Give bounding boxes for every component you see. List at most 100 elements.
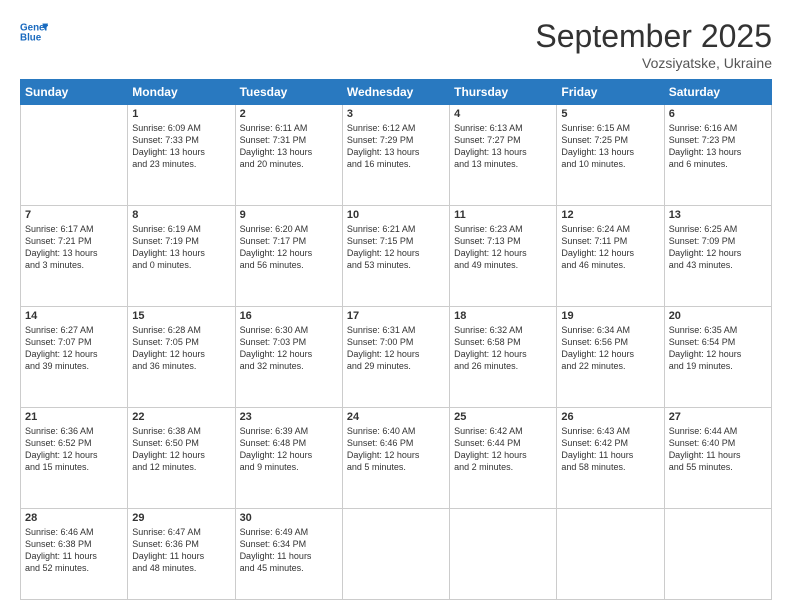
day-info: Sunrise: 6:27 AM Sunset: 7:07 PM Dayligh… bbox=[25, 324, 123, 373]
logo: General Blue bbox=[20, 18, 48, 46]
title-block: September 2025 Vozsiyatske, Ukraine bbox=[535, 18, 772, 71]
day-info: Sunrise: 6:30 AM Sunset: 7:03 PM Dayligh… bbox=[240, 324, 338, 373]
day-info: Sunrise: 6:46 AM Sunset: 6:38 PM Dayligh… bbox=[25, 526, 123, 575]
table-row: 20 Sunrise: 6:35 AM Sunset: 6:54 PM Dayli… bbox=[664, 307, 771, 408]
day-info: Sunrise: 6:42 AM Sunset: 6:44 PM Dayligh… bbox=[454, 425, 552, 474]
table-row: 23 Sunrise: 6:39 AM Sunset: 6:48 PM Dayli… bbox=[235, 408, 342, 509]
day-number: 29 bbox=[132, 512, 230, 524]
day-info: Sunrise: 6:11 AM Sunset: 7:31 PM Dayligh… bbox=[240, 122, 338, 171]
table-row: 19 Sunrise: 6:34 AM Sunset: 6:56 PM Dayli… bbox=[557, 307, 664, 408]
table-row: 1 Sunrise: 6:09 AM Sunset: 7:33 PM Daylig… bbox=[128, 105, 235, 206]
table-row: 24 Sunrise: 6:40 AM Sunset: 6:46 PM Dayli… bbox=[342, 408, 449, 509]
table-row: 9 Sunrise: 6:20 AM Sunset: 7:17 PM Daylig… bbox=[235, 206, 342, 307]
day-info: Sunrise: 6:19 AM Sunset: 7:19 PM Dayligh… bbox=[132, 223, 230, 272]
day-number: 18 bbox=[454, 310, 552, 322]
day-number: 19 bbox=[561, 310, 659, 322]
day-info: Sunrise: 6:20 AM Sunset: 7:17 PM Dayligh… bbox=[240, 223, 338, 272]
day-number: 25 bbox=[454, 411, 552, 423]
day-info: Sunrise: 6:15 AM Sunset: 7:25 PM Dayligh… bbox=[561, 122, 659, 171]
day-info: Sunrise: 6:40 AM Sunset: 6:46 PM Dayligh… bbox=[347, 425, 445, 474]
table-row: 28 Sunrise: 6:46 AM Sunset: 6:38 PM Dayli… bbox=[21, 509, 128, 600]
table-row: 27Sunrise: 6:44 AM Sunset: 6:40 PM Dayli… bbox=[664, 408, 771, 509]
day-info: Sunrise: 6:09 AM Sunset: 7:33 PM Dayligh… bbox=[132, 122, 230, 171]
day-number: 16 bbox=[240, 310, 338, 322]
table-row: 3Sunrise: 6:12 AM Sunset: 7:29 PM Daylig… bbox=[342, 105, 449, 206]
logo-icon: General Blue bbox=[20, 18, 48, 46]
table-row: 16 Sunrise: 6:30 AM Sunset: 7:03 PM Dayli… bbox=[235, 307, 342, 408]
table-row: 26Sunrise: 6:43 AM Sunset: 6:42 PM Dayli… bbox=[557, 408, 664, 509]
day-number: 11 bbox=[454, 209, 552, 221]
table-row bbox=[342, 509, 449, 600]
day-number: 22 bbox=[132, 411, 230, 423]
table-row: 8 Sunrise: 6:19 AM Sunset: 7:19 PM Daylig… bbox=[128, 206, 235, 307]
location: Vozsiyatske, Ukraine bbox=[535, 55, 772, 71]
header-row: Sunday Monday Tuesday Wednesday Thursday… bbox=[21, 80, 772, 105]
day-number: 20 bbox=[669, 310, 767, 322]
day-number: 26 bbox=[561, 411, 659, 423]
table-row: 10Sunrise: 6:21 AM Sunset: 7:15 PM Dayli… bbox=[342, 206, 449, 307]
day-info: Sunrise: 6:36 AM Sunset: 6:52 PM Dayligh… bbox=[25, 425, 123, 474]
table-row bbox=[557, 509, 664, 600]
col-thursday: Thursday bbox=[450, 80, 557, 105]
day-number: 6 bbox=[669, 108, 767, 120]
table-row: 14Sunrise: 6:27 AM Sunset: 7:07 PM Dayli… bbox=[21, 307, 128, 408]
table-row: 17 Sunrise: 6:31 AM Sunset: 7:00 PM Dayli… bbox=[342, 307, 449, 408]
table-row: 7 Sunrise: 6:17 AM Sunset: 7:21 PM Daylig… bbox=[21, 206, 128, 307]
table-row: 25 Sunrise: 6:42 AM Sunset: 6:44 PM Dayli… bbox=[450, 408, 557, 509]
col-wednesday: Wednesday bbox=[342, 80, 449, 105]
table-row: 29Sunrise: 6:47 AM Sunset: 6:36 PM Dayli… bbox=[128, 509, 235, 600]
day-info: Sunrise: 6:38 AM Sunset: 6:50 PM Dayligh… bbox=[132, 425, 230, 474]
day-number: 15 bbox=[132, 310, 230, 322]
header: General Blue September 2025 Vozsiyatske,… bbox=[20, 18, 772, 71]
day-number: 1 bbox=[132, 108, 230, 120]
day-info: Sunrise: 6:23 AM Sunset: 7:13 PM Dayligh… bbox=[454, 223, 552, 272]
day-info: Sunrise: 6:21 AM Sunset: 7:15 PM Dayligh… bbox=[347, 223, 445, 272]
day-number: 9 bbox=[240, 209, 338, 221]
col-sunday: Sunday bbox=[21, 80, 128, 105]
page: General Blue September 2025 Vozsiyatske,… bbox=[0, 0, 792, 612]
day-number: 28 bbox=[25, 512, 123, 524]
day-info: Sunrise: 6:17 AM Sunset: 7:21 PM Dayligh… bbox=[25, 223, 123, 272]
col-friday: Friday bbox=[557, 80, 664, 105]
day-number: 21 bbox=[25, 411, 123, 423]
day-number: 2 bbox=[240, 108, 338, 120]
day-info: Sunrise: 6:44 AM Sunset: 6:40 PM Dayligh… bbox=[669, 425, 767, 474]
day-number: 17 bbox=[347, 310, 445, 322]
table-row: 12 Sunrise: 6:24 AM Sunset: 7:11 PM Dayli… bbox=[557, 206, 664, 307]
day-number: 13 bbox=[669, 209, 767, 221]
month-title: September 2025 bbox=[535, 18, 772, 55]
day-number: 3 bbox=[347, 108, 445, 120]
day-number: 5 bbox=[561, 108, 659, 120]
table-row: 2 Sunrise: 6:11 AM Sunset: 7:31 PM Daylig… bbox=[235, 105, 342, 206]
day-number: 24 bbox=[347, 411, 445, 423]
day-info: Sunrise: 6:28 AM Sunset: 7:05 PM Dayligh… bbox=[132, 324, 230, 373]
day-number: 8 bbox=[132, 209, 230, 221]
col-saturday: Saturday bbox=[664, 80, 771, 105]
day-info: Sunrise: 6:25 AM Sunset: 7:09 PM Dayligh… bbox=[669, 223, 767, 272]
day-info: Sunrise: 6:49 AM Sunset: 6:34 PM Dayligh… bbox=[240, 526, 338, 575]
day-info: Sunrise: 6:39 AM Sunset: 6:48 PM Dayligh… bbox=[240, 425, 338, 474]
table-row bbox=[664, 509, 771, 600]
day-info: Sunrise: 6:24 AM Sunset: 7:11 PM Dayligh… bbox=[561, 223, 659, 272]
day-number: 30 bbox=[240, 512, 338, 524]
table-row: 22 Sunrise: 6:38 AM Sunset: 6:50 PM Dayli… bbox=[128, 408, 235, 509]
table-row: 21 Sunrise: 6:36 AM Sunset: 6:52 PM Dayli… bbox=[21, 408, 128, 509]
day-number: 12 bbox=[561, 209, 659, 221]
table-row: 4Sunrise: 6:13 AM Sunset: 7:27 PM Daylig… bbox=[450, 105, 557, 206]
day-info: Sunrise: 6:31 AM Sunset: 7:00 PM Dayligh… bbox=[347, 324, 445, 373]
table-row: 30 Sunrise: 6:49 AM Sunset: 6:34 PM Dayli… bbox=[235, 509, 342, 600]
col-tuesday: Tuesday bbox=[235, 80, 342, 105]
day-info: Sunrise: 6:13 AM Sunset: 7:27 PM Dayligh… bbox=[454, 122, 552, 171]
table-row bbox=[21, 105, 128, 206]
calendar: Sunday Monday Tuesday Wednesday Thursday… bbox=[20, 79, 772, 600]
day-info: Sunrise: 6:32 AM Sunset: 6:58 PM Dayligh… bbox=[454, 324, 552, 373]
table-row: 15 Sunrise: 6:28 AM Sunset: 7:05 PM Dayli… bbox=[128, 307, 235, 408]
day-info: Sunrise: 6:35 AM Sunset: 6:54 PM Dayligh… bbox=[669, 324, 767, 373]
day-info: Sunrise: 6:34 AM Sunset: 6:56 PM Dayligh… bbox=[561, 324, 659, 373]
day-number: 23 bbox=[240, 411, 338, 423]
svg-text:Blue: Blue bbox=[20, 32, 42, 43]
day-number: 7 bbox=[25, 209, 123, 221]
table-row bbox=[450, 509, 557, 600]
table-row: 6Sunrise: 6:16 AM Sunset: 7:23 PM Daylig… bbox=[664, 105, 771, 206]
table-row: 18 Sunrise: 6:32 AM Sunset: 6:58 PM Dayli… bbox=[450, 307, 557, 408]
